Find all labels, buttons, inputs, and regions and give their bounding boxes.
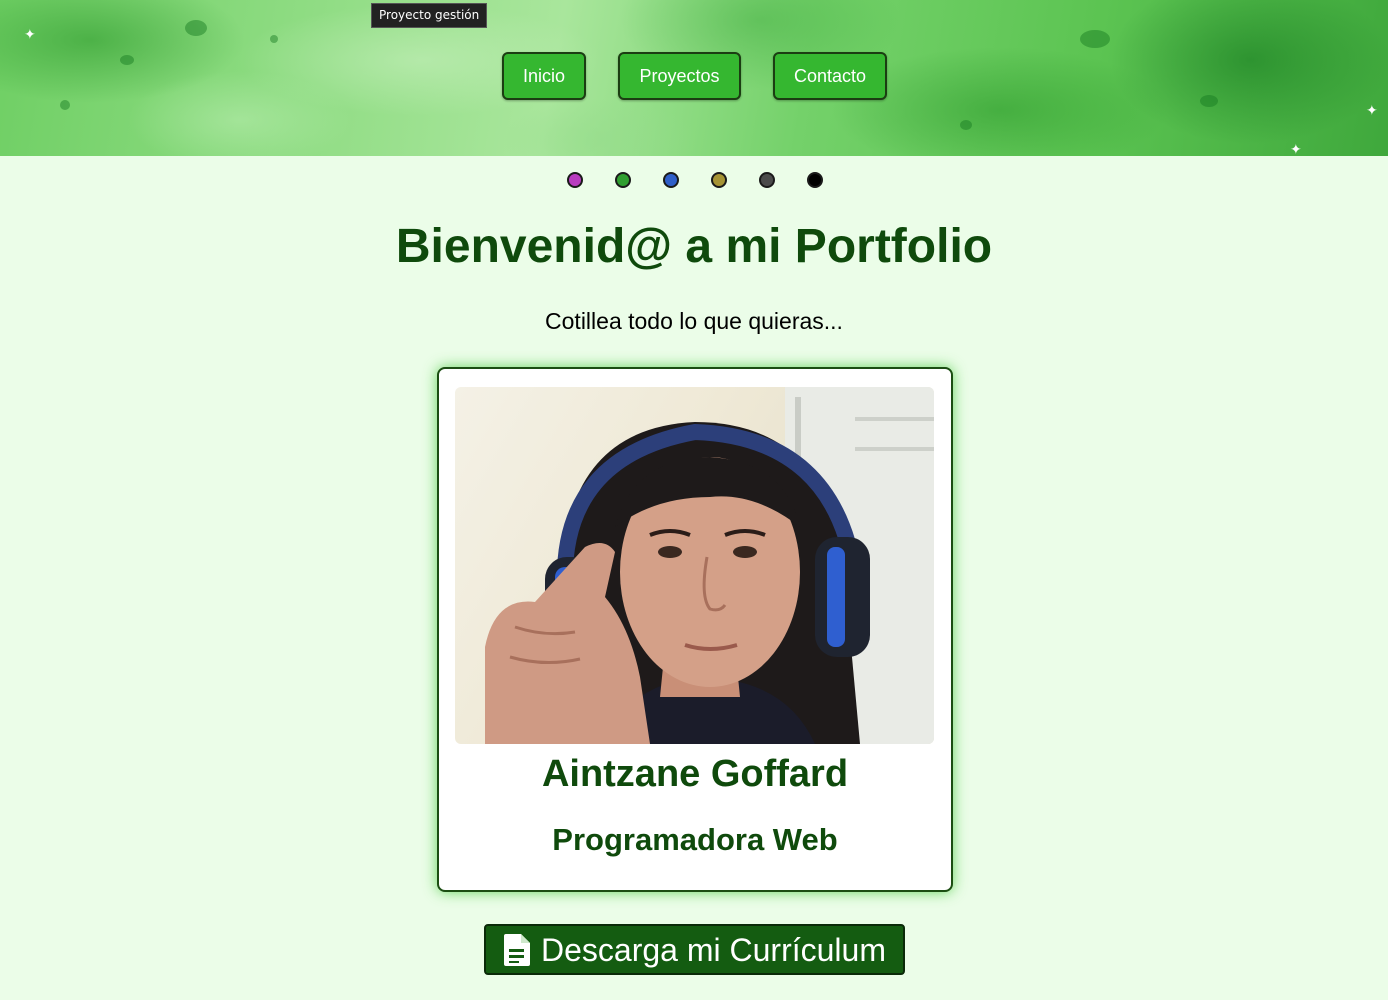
paint-splash bbox=[60, 100, 70, 110]
paint-splash bbox=[185, 20, 207, 36]
paint-splash bbox=[120, 55, 134, 65]
theme-dot-olive[interactable] bbox=[711, 172, 727, 188]
paint-splash bbox=[1080, 30, 1110, 48]
profile-photo-illustration bbox=[485, 387, 934, 744]
theme-dot-purple[interactable] bbox=[567, 172, 583, 188]
theme-dot-green[interactable] bbox=[615, 172, 631, 188]
download-cv-button[interactable]: Descarga mi Currículum bbox=[484, 924, 905, 975]
theme-dot-black[interactable] bbox=[807, 172, 823, 188]
header-banner: ✦ ✦ ✦ Inicio Proyectos Contacto bbox=[0, 0, 1388, 156]
profile-photo bbox=[455, 387, 934, 744]
tooltip: Proyecto gestión bbox=[371, 3, 488, 28]
download-cv-label: Descarga mi Currículum bbox=[541, 931, 886, 968]
page-subtitle: Cotillea todo lo que quieras... bbox=[545, 308, 843, 334]
theme-dot-gray[interactable] bbox=[759, 172, 775, 188]
profile-role: Programadora Web bbox=[552, 822, 838, 857]
sparkle-icon: ✦ bbox=[1366, 103, 1378, 119]
page-title: Bienvenid@ a mi Portfolio bbox=[395, 220, 993, 273]
sparkle-icon: ✦ bbox=[24, 27, 36, 43]
sparkle-icon: ✦ bbox=[1290, 142, 1302, 156]
theme-dot-blue[interactable] bbox=[663, 172, 679, 188]
paint-splash bbox=[270, 35, 278, 43]
profile-name: Aintzane Goffard bbox=[541, 753, 849, 795]
nav-inicio-button[interactable]: Inicio bbox=[502, 52, 586, 100]
paint-splash bbox=[1200, 95, 1218, 107]
nav-contacto-button[interactable]: Contacto bbox=[773, 52, 887, 100]
nav-proyectos-button[interactable]: Proyectos bbox=[618, 52, 741, 100]
paint-splash bbox=[960, 120, 972, 130]
profile-card: Aintzane Goffard Programadora Web bbox=[437, 367, 953, 892]
document-icon bbox=[504, 933, 531, 966]
